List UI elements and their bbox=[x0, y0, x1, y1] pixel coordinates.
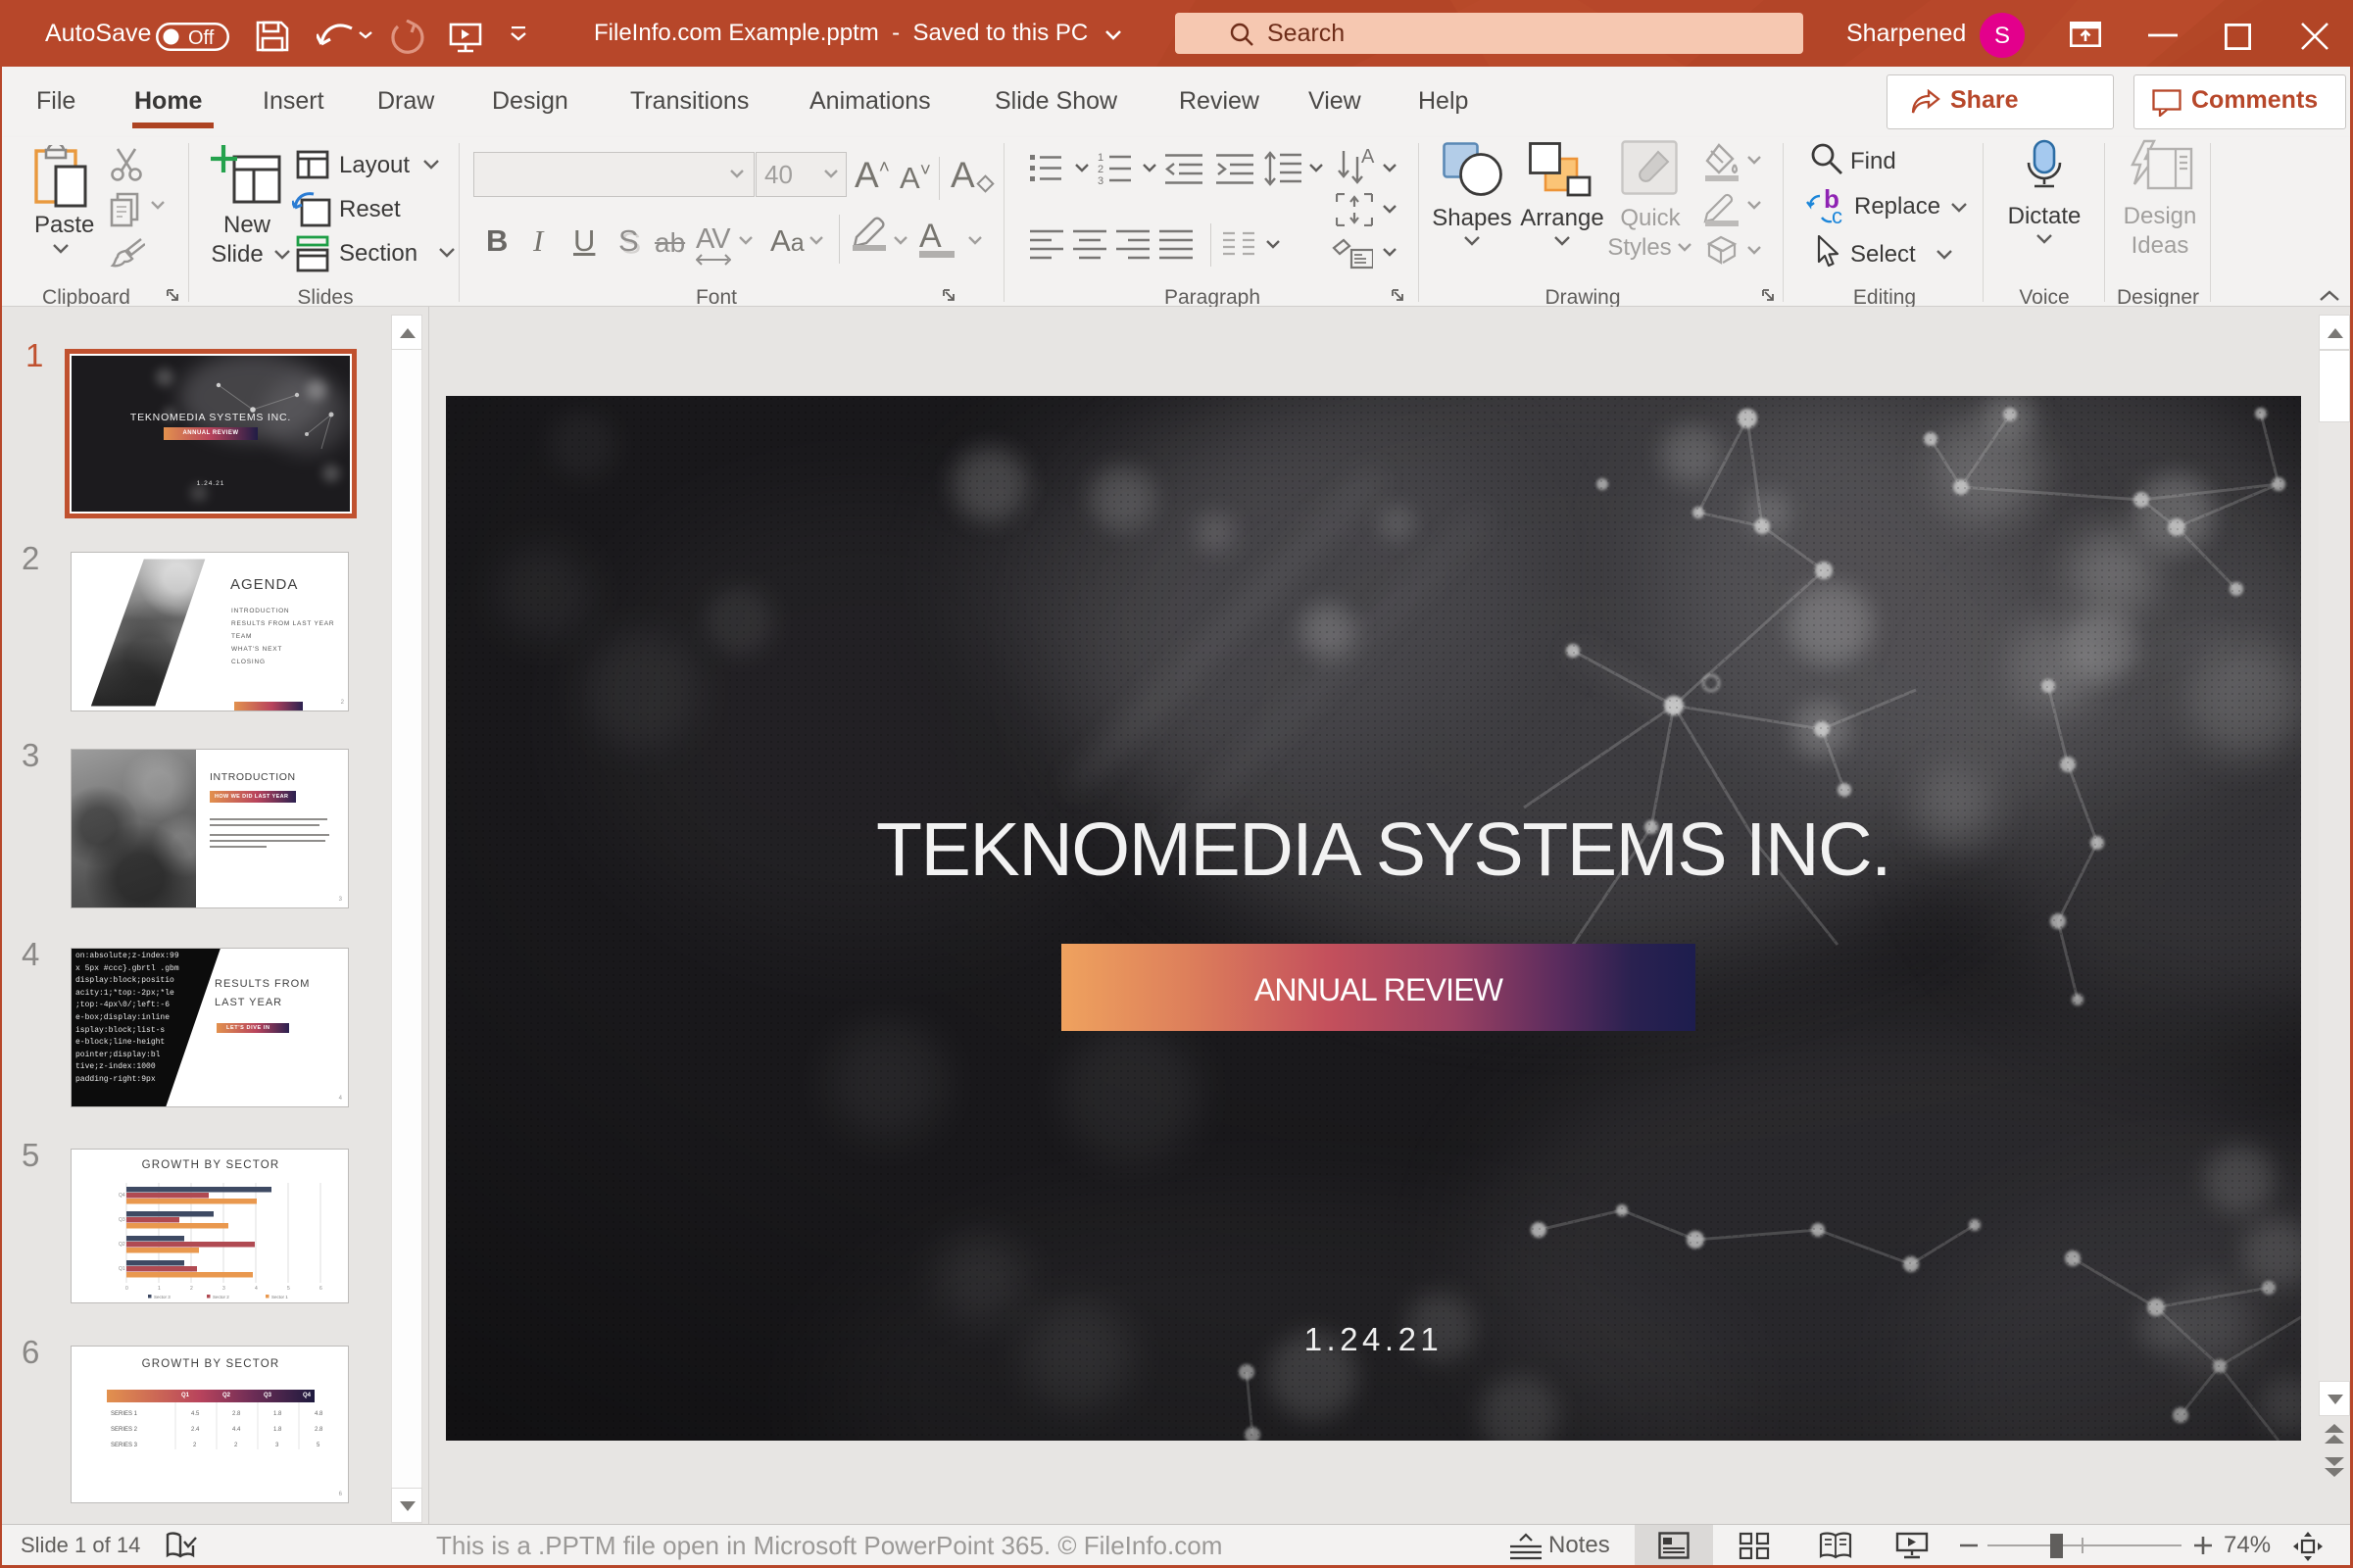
svg-text:1: 1 bbox=[158, 1286, 161, 1292]
svg-text:4.8: 4.8 bbox=[315, 1411, 323, 1417]
svg-text:2: 2 bbox=[193, 1443, 197, 1448]
svg-text:1: 1 bbox=[1098, 152, 1103, 164]
svg-text:SERIES 1: SERIES 1 bbox=[111, 1411, 138, 1417]
svg-text:3: 3 bbox=[275, 1443, 279, 1448]
svg-text:2.8: 2.8 bbox=[232, 1411, 241, 1417]
svg-text:1.8: 1.8 bbox=[273, 1427, 282, 1433]
svg-text:1.8: 1.8 bbox=[273, 1411, 282, 1417]
svg-text:5: 5 bbox=[287, 1286, 290, 1292]
svg-text:4.5: 4.5 bbox=[191, 1411, 200, 1417]
svg-text:2.8: 2.8 bbox=[315, 1427, 323, 1433]
svg-text:2: 2 bbox=[234, 1443, 238, 1448]
svg-text:2: 2 bbox=[190, 1286, 193, 1292]
svg-text:SERIES 2: SERIES 2 bbox=[111, 1427, 138, 1433]
svg-text:6: 6 bbox=[319, 1286, 322, 1292]
svg-text:4.4: 4.4 bbox=[232, 1427, 241, 1433]
svg-text:SERIES 3: SERIES 3 bbox=[111, 1443, 138, 1448]
svg-text:Sector 3: Sector 3 bbox=[154, 1295, 171, 1299]
svg-text:S: S bbox=[1994, 23, 2010, 49]
svg-text:2: 2 bbox=[1098, 164, 1103, 175]
svg-text:Q1: Q1 bbox=[119, 1266, 125, 1272]
svg-text:Q4: Q4 bbox=[119, 1193, 125, 1199]
svg-text:Q3: Q3 bbox=[119, 1217, 125, 1223]
svg-text:0: 0 bbox=[125, 1286, 128, 1292]
svg-text:2.4: 2.4 bbox=[191, 1427, 200, 1433]
svg-text:3: 3 bbox=[222, 1286, 225, 1292]
svg-text:4: 4 bbox=[255, 1286, 258, 1292]
svg-text:Q2: Q2 bbox=[119, 1242, 125, 1248]
svg-text:3: 3 bbox=[1098, 175, 1103, 186]
svg-text:c: c bbox=[1832, 204, 1842, 227]
svg-text:A: A bbox=[1361, 149, 1375, 168]
svg-text:Sector 2: Sector 2 bbox=[213, 1295, 229, 1299]
svg-text:Off: Off bbox=[188, 27, 215, 49]
svg-text:Sector 1: Sector 1 bbox=[271, 1295, 288, 1299]
svg-text:5: 5 bbox=[317, 1443, 320, 1448]
